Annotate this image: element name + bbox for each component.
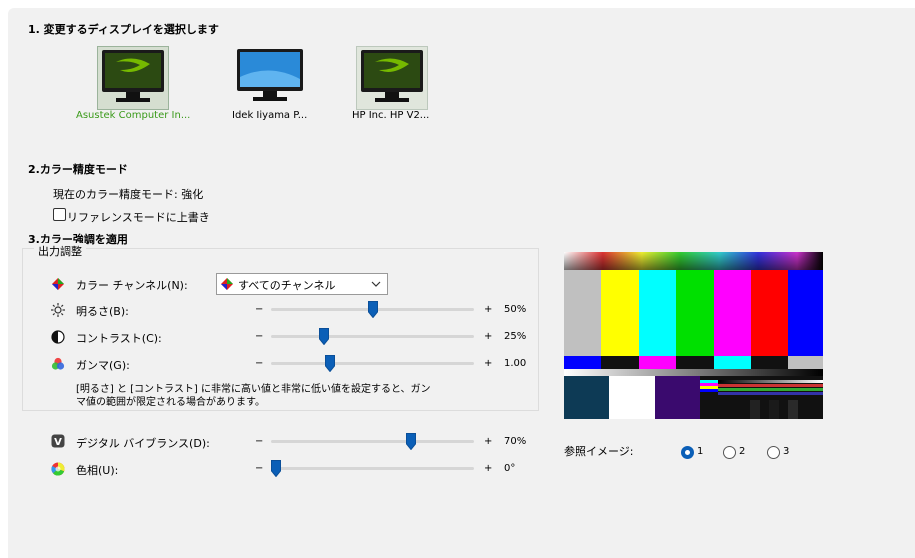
vibrance-minus: −: [255, 436, 264, 447]
vibrance-value: 70%: [504, 436, 527, 447]
display-asustek[interactable]: [97, 46, 169, 110]
reference-radio-1[interactable]: [681, 446, 694, 459]
reference-test-image: [564, 252, 823, 419]
slider-thumb[interactable]: [319, 328, 330, 345]
reference-option-1[interactable]: 1: [697, 446, 703, 457]
hue-label: 色相(U):: [76, 464, 119, 477]
brightness-minus: −: [255, 304, 264, 315]
brightness-label: 明るさ(B):: [76, 305, 129, 318]
gamma-plus: +: [484, 358, 493, 369]
brightness-plus: +: [484, 304, 493, 315]
override-checkbox-label[interactable]: リファレンスモードに上書き: [67, 209, 210, 225]
hue-minus: −: [255, 463, 264, 474]
nvidia-monitor-icon: [361, 50, 423, 102]
override-checkbox[interactable]: [53, 208, 66, 221]
slider-thumb[interactable]: [406, 433, 417, 450]
gamma-note: [明るさ] と [コントラスト] に非常に高い値と非常に低い値を設定すると、ガン…: [76, 384, 431, 408]
windows-monitor-icon: [237, 49, 303, 101]
display-label-iiyama[interactable]: Idek Iiyama P...: [232, 110, 307, 121]
display-iiyama[interactable]: [234, 46, 304, 108]
reference-label: 参照イメージ:: [564, 445, 634, 458]
slider-thumb[interactable]: [271, 460, 281, 477]
display-label-asustek[interactable]: Asustek Computer In...: [76, 110, 190, 121]
svg-text:V: V: [54, 437, 62, 448]
display-label-hp[interactable]: HP Inc. HP V2...: [352, 110, 429, 121]
reference-radio-3[interactable]: [767, 446, 780, 459]
section-2-title: 2.カラー精度モード: [28, 163, 128, 176]
reference-radio-2[interactable]: [723, 446, 736, 459]
contrast-slider[interactable]: [271, 335, 474, 338]
channel-select[interactable]: すべてのチャンネル: [216, 273, 388, 295]
gamma-slider[interactable]: [271, 362, 474, 365]
contrast-value: 25%: [504, 331, 527, 342]
display-hp[interactable]: [356, 46, 428, 110]
hue-icon: [51, 462, 65, 476]
gamma-minus: −: [255, 358, 264, 369]
gamma-value: 1.00: [504, 358, 527, 369]
channel-label: カラー チャンネル(N):: [76, 279, 188, 292]
gamma-label: ガンマ(G):: [76, 359, 130, 372]
channel-select-icon: [221, 278, 233, 290]
vibrance-slider[interactable]: [271, 440, 474, 443]
brightness-value: 50%: [504, 304, 527, 315]
hue-plus: +: [484, 463, 493, 474]
contrast-label: コントラスト(C):: [76, 332, 162, 345]
contrast-icon: [51, 330, 65, 344]
vibrance-plus: +: [484, 436, 493, 447]
group-title: 出力調整: [34, 243, 86, 259]
hue-value: 0°: [504, 463, 516, 474]
contrast-minus: −: [255, 331, 264, 342]
channel-select-value: すべてのチャンネル: [238, 279, 336, 292]
section-1-title: 1. 変更するディスプレイを選択します: [28, 23, 219, 36]
gamma-icon: [51, 357, 65, 370]
slider-thumb[interactable]: [367, 301, 378, 318]
reference-option-2[interactable]: 2: [739, 446, 745, 457]
current-mode-text: 現在のカラー精度モード: 強化: [53, 188, 204, 201]
contrast-plus: +: [484, 331, 493, 342]
vibrance-icon: V: [51, 434, 65, 448]
color-channel-icon: [52, 278, 64, 290]
slider-thumb[interactable]: [325, 355, 336, 372]
chevron-down-icon: [371, 281, 381, 287]
nvidia-monitor-icon: [102, 50, 164, 102]
hue-slider[interactable]: [271, 467, 474, 470]
vibrance-label: デジタル バイブランス(D):: [76, 437, 210, 450]
reference-option-3[interactable]: 3: [783, 446, 789, 457]
brightness-icon: [51, 303, 65, 317]
